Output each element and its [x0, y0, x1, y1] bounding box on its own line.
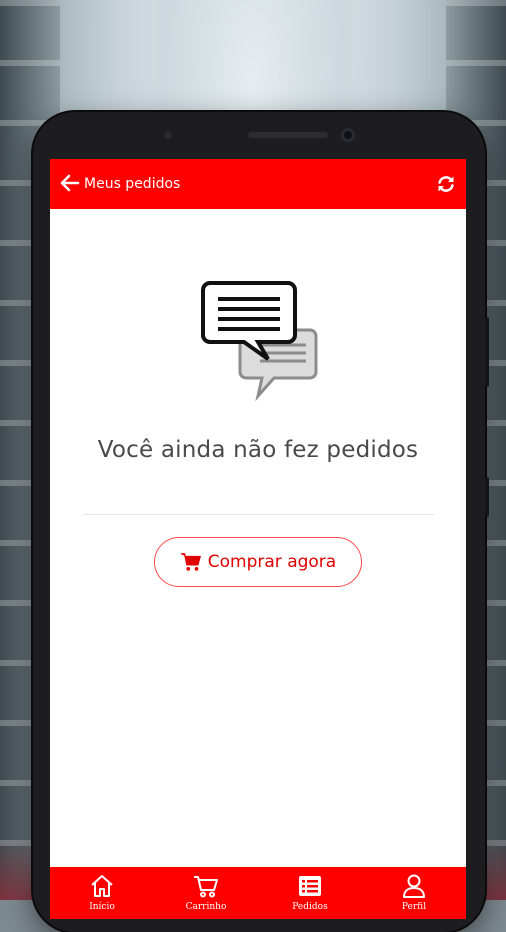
phone-sensor [164, 131, 172, 139]
arrow-left-icon[interactable] [60, 173, 80, 193]
divider [84, 514, 434, 515]
app-screen: Meus pedidos Você ainda não fez pedidos … [50, 159, 466, 919]
nav-label-home: Início [89, 902, 115, 912]
user-icon [403, 874, 425, 898]
nav-label-orders: Pedidos [292, 902, 328, 912]
nav-item-orders[interactable]: Pedidos [258, 867, 362, 919]
cart-icon [194, 876, 218, 898]
nav-item-cart[interactable]: Carrinho [154, 867, 258, 919]
home-icon [91, 875, 113, 897]
nav-label-cart: Carrinho [185, 902, 227, 912]
phone-speaker [248, 132, 328, 138]
nav-label-profile: Perfil [401, 902, 427, 912]
app-bar: Meus pedidos [50, 159, 466, 209]
buy-now-button[interactable]: Comprar agora [154, 537, 362, 587]
phone-side-button [485, 477, 489, 517]
nav-item-home[interactable]: Início [50, 867, 154, 919]
nav-item-profile[interactable]: Perfil [362, 867, 466, 919]
refresh-icon[interactable] [436, 174, 456, 194]
bottom-navigation: Início Carrinho Pedidos Perfil [50, 867, 466, 919]
phone-camera [341, 128, 355, 142]
shopping-cart-icon [180, 553, 201, 571]
empty-orders-message: Você ainda não fez pedidos [97, 437, 419, 463]
phone-side-button [485, 317, 489, 387]
chat-bubbles-icon [201, 281, 318, 401]
page-title: Meus pedidos [84, 176, 181, 192]
buy-now-label: Comprar agora [207, 552, 337, 572]
orders-list-icon [299, 876, 321, 896]
